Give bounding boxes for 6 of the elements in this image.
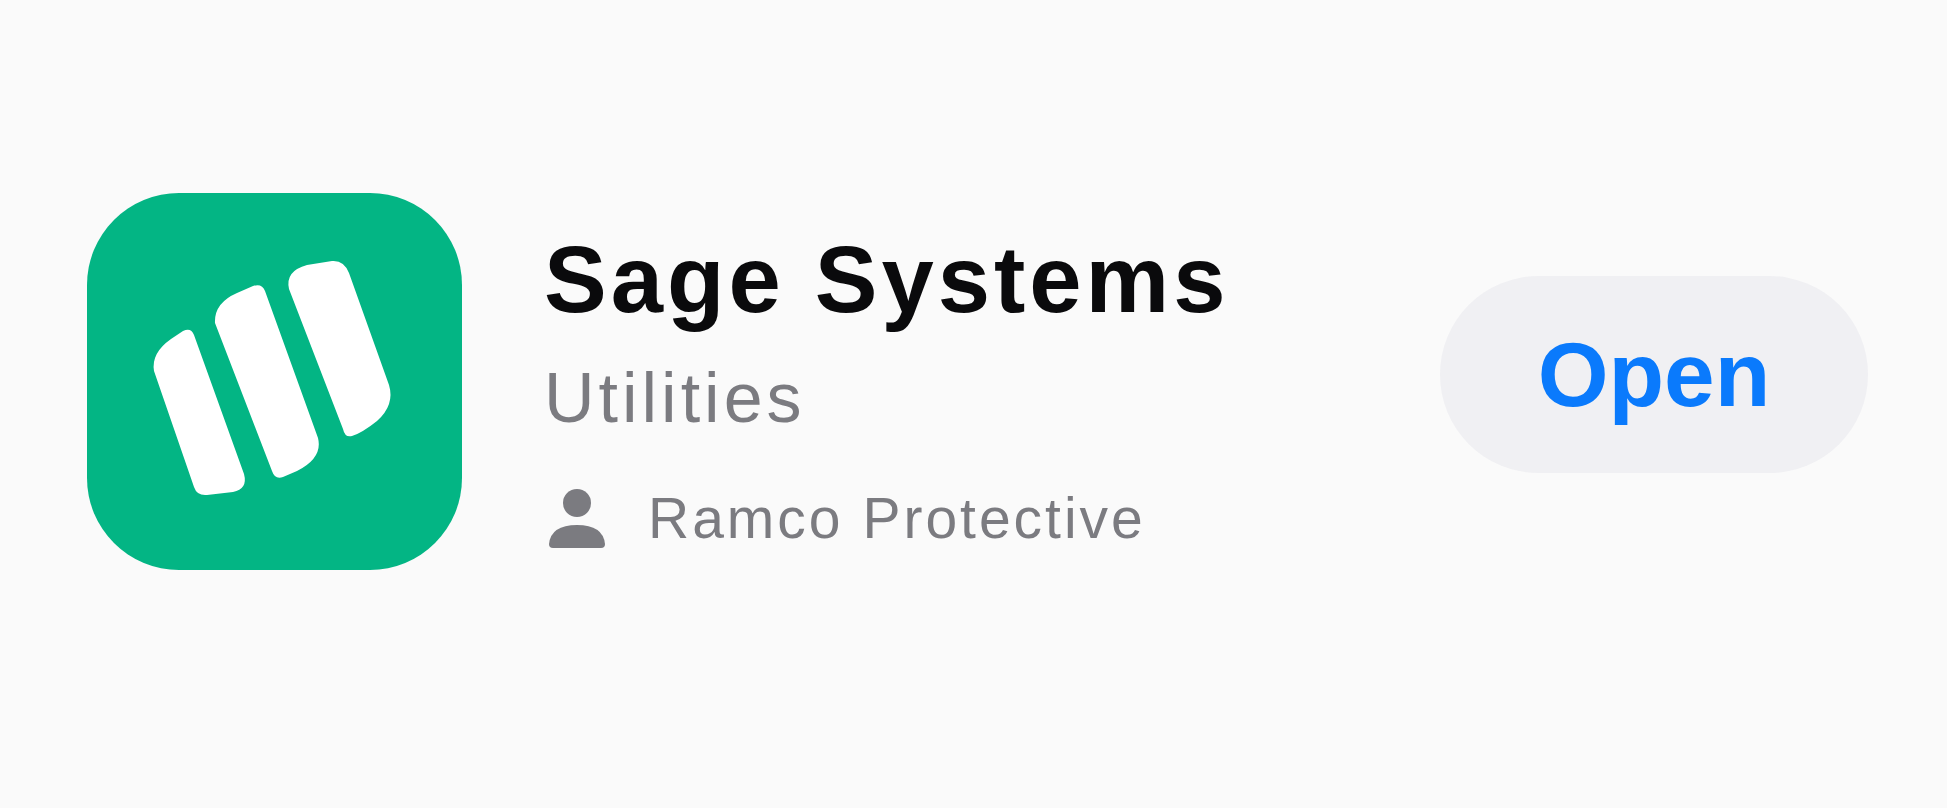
app-title: Sage Systems xyxy=(544,226,1230,334)
app-category: Utilities xyxy=(544,357,806,439)
person-icon xyxy=(548,488,606,548)
app-icon xyxy=(87,193,462,570)
open-button[interactable]: Open xyxy=(1440,276,1868,473)
developer-name: Ramco Protective xyxy=(648,484,1146,552)
